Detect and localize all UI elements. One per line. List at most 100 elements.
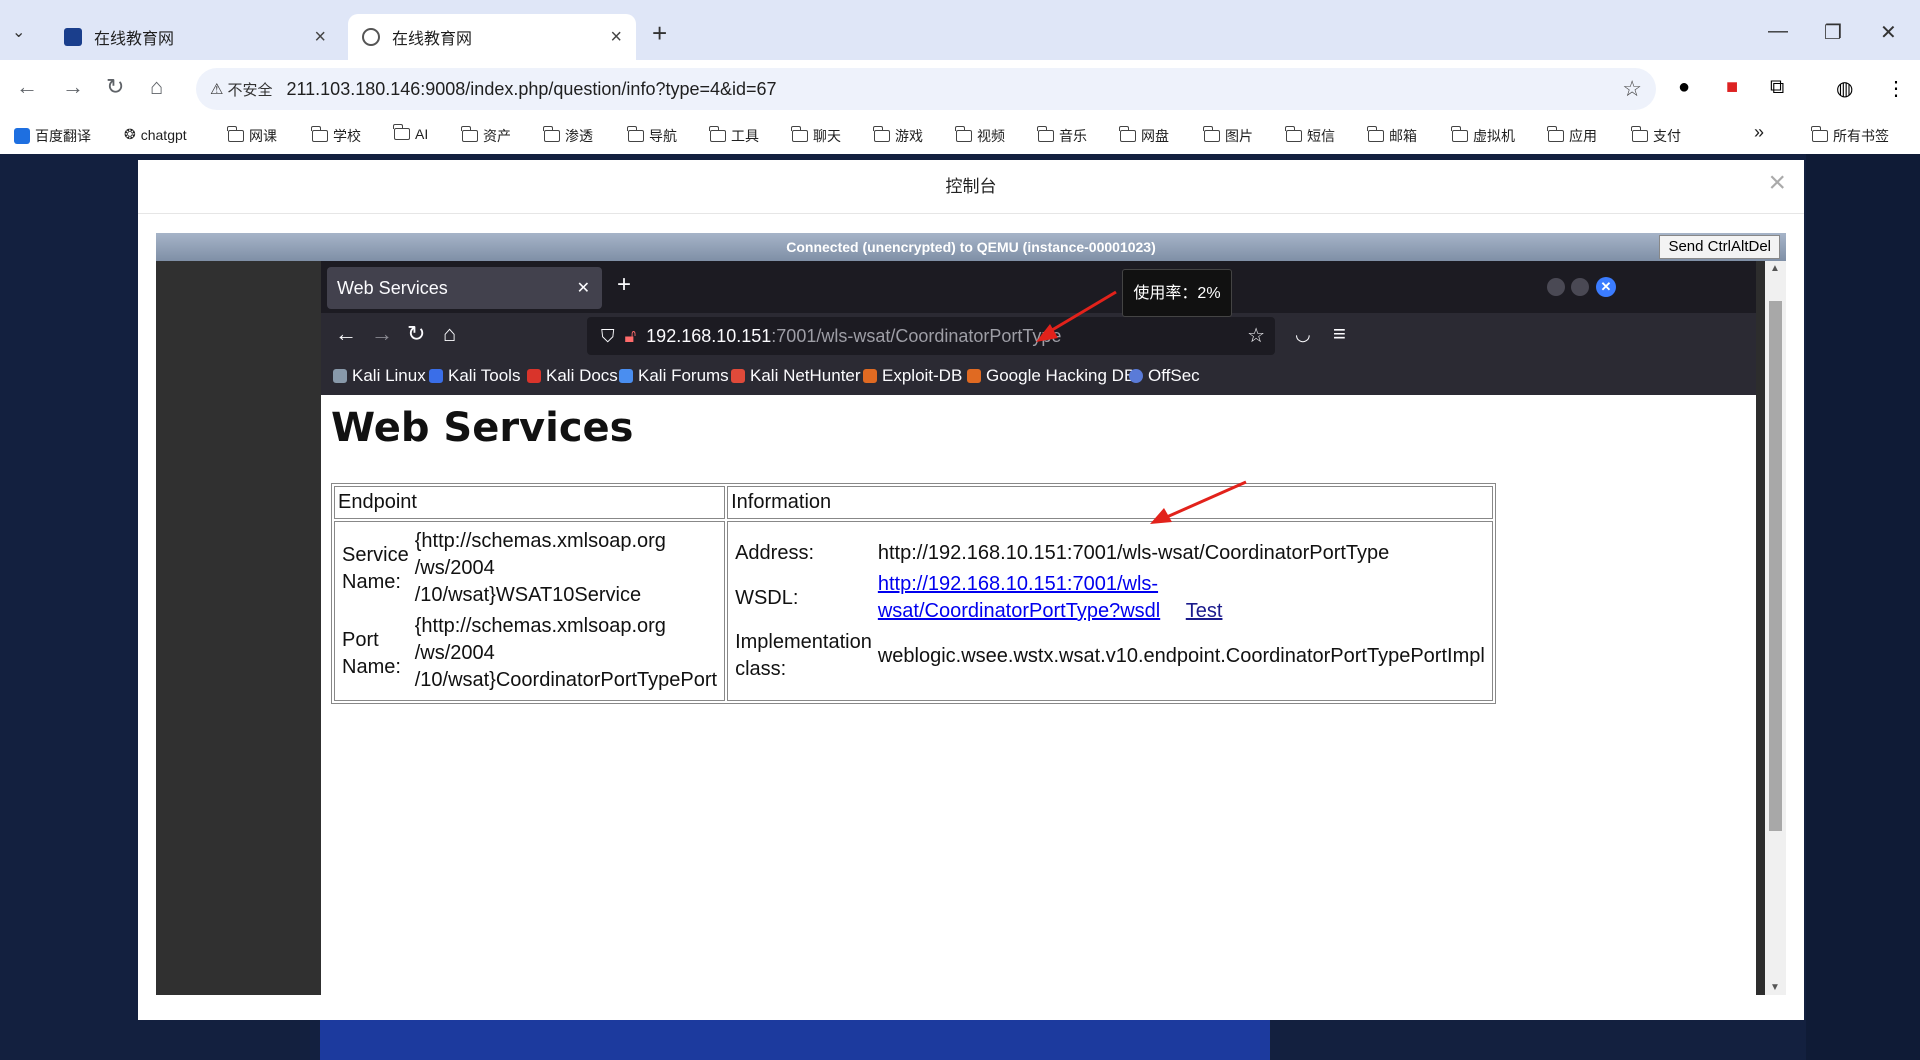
send-ctrl-alt-del-button[interactable]: Send CtrlAltDel [1659,235,1780,259]
page-footer-bar [320,1014,1270,1060]
vm-url-host: 192.168.10.151 [646,325,772,346]
flag-extension-icon[interactable]: ■ [1726,76,1738,99]
bookmark-baidu-translate[interactable]: 百度翻译 [14,126,91,146]
bookmark-folder[interactable]: 渗透 [543,126,593,146]
modal-close-button[interactable]: × [1768,166,1786,200]
vm-bookmark-kali-forums[interactable]: Kali Forums [619,366,729,386]
folder-icon [1547,126,1564,142]
bookmark-chatgpt[interactable]: ❂ chatgpt [124,126,187,143]
vm-bookmark-exploit-db[interactable]: Exploit-DB [863,366,962,386]
vm-menu-icon[interactable]: ≡ [1333,321,1346,347]
bookmark-folder[interactable]: 应用 [1547,126,1597,146]
vm-bookmark-offsec[interactable]: OffSec [1129,366,1200,386]
extension-circle-icon[interactable]: ● [1678,76,1690,99]
bookmark-folder[interactable]: 支付 [1631,126,1681,146]
bookmark-folder[interactable]: 导航 [627,126,677,146]
bookmark-folder[interactable]: AI [393,124,428,142]
close-tab-icon[interactable]: ✕ [577,278,590,298]
scrollbar-thumb[interactable] [1769,301,1782,831]
vm-bookmark-star-icon[interactable]: ☆ [1247,323,1265,348]
bookmark-star-icon[interactable]: ☆ [1622,76,1642,102]
vnc-viewer[interactable]: Connected (unencrypted) to QEMU (instanc… [156,233,1786,995]
tab-online-education-2[interactable]: 在线教育网 × [348,14,636,60]
pocket-icon[interactable]: ◡ [1295,324,1311,345]
bookmark-folder[interactable]: 图片 [1203,126,1253,146]
folder-icon [873,126,890,142]
security-indicator[interactable]: ⚠ 不安全 [210,79,272,100]
reload-icon[interactable]: ↻ [106,74,124,100]
vm-bookmark-kali-nethunter[interactable]: Kali NetHunter [731,366,861,386]
tab-online-education-1[interactable]: 在线教育网 × [50,14,340,60]
vm-forward-icon[interactable]: → [371,321,393,347]
vnc-scrollbar[interactable]: ▲ ▼ [1765,261,1786,995]
vm-minimize-icon[interactable] [1547,278,1565,296]
bookmark-folder[interactable]: 游戏 [873,126,923,146]
bookmark-folder[interactable]: 音乐 [1037,126,1087,146]
warning-icon: ⚠ [210,81,224,98]
vm-bookmark-kali-tools[interactable]: Kali Tools [429,366,520,386]
vm-bookmark-kali-docs[interactable]: Kali Docs [527,366,618,386]
bookmark-folder[interactable]: 网盘 [1119,126,1169,146]
bookmark-folder[interactable]: 资产 [461,126,511,146]
vm-bookmark-label: Kali NetHunter [750,366,861,385]
forward-icon[interactable]: → [62,74,84,100]
vm-firefox-window: Web Services ✕ + ✕ ← → ↻ ⌂ ⛉ 🔓︎ 192.168.… [321,261,1756,995]
back-icon[interactable]: ← [16,74,38,100]
bookmark-folder[interactable]: 聊天 [791,126,841,146]
wsdl-link[interactable]: http://192.168.10.151:7001/wls-wsat/Coor… [878,573,1160,622]
vnc-status-bar: Connected (unencrypted) to QEMU (instanc… [156,233,1786,261]
vm-home-icon[interactable]: ⌂ [443,321,456,347]
vm-maximize-icon[interactable] [1571,278,1589,296]
bookmark-folder[interactable]: 邮箱 [1367,126,1417,146]
minimize-icon[interactable]: — [1768,20,1788,43]
folder-icon [627,126,644,142]
home-icon[interactable]: ⌂ [150,74,163,100]
window-close-icon[interactable]: ✕ [1880,20,1897,45]
vm-bookmark-label: Kali Docs [546,366,618,385]
bookmark-folder[interactable]: 短信 [1285,126,1335,146]
profile-avatar[interactable]: ◍ [1836,76,1853,101]
console-modal: 控制台 × Connected (unencrypted) to QEMU (i… [138,160,1804,1020]
vm-bookmark-google-hacking-db[interactable]: Google Hacking DB [967,366,1135,386]
vm-url-path: :7001/wls-wsat/CoordinatorPortType [771,325,1062,346]
restore-icon[interactable]: ❐ [1824,20,1842,45]
folder-icon [543,126,560,142]
scroll-up-icon[interactable]: ▲ [1770,263,1780,274]
tab-search-icon[interactable]: ⌄ [12,22,25,42]
bookmark-folder[interactable]: 网课 [227,126,277,146]
bookmark-folder[interactable]: 学校 [311,126,361,146]
all-bookmarks-folder[interactable]: 所有书签 [1811,126,1889,146]
folder-icon [227,126,244,142]
exploit-db-icon [863,369,877,383]
extensions-puzzle-icon[interactable]: ⧉ [1770,76,1784,99]
vm-bookmark-label: Google Hacking DB [986,366,1136,385]
bookmark-folder[interactable]: 虚拟机 [1451,126,1515,146]
more-bookmarks-button[interactable]: » [1754,122,1764,143]
vm-tab-web-services[interactable]: Web Services ✕ [327,267,602,309]
folder-icon [311,126,328,142]
vm-new-tab-button[interactable]: + [617,271,631,299]
close-tab-icon[interactable]: × [610,26,622,49]
new-tab-button[interactable]: + [652,20,667,46]
scroll-down-icon[interactable]: ▼ [1770,982,1780,993]
vm-url-bar[interactable]: ⛉ 🔓︎ 192.168.10.151:7001/wls-wsat/Coordi… [587,317,1275,355]
vm-bookmark-kali-linux[interactable]: Kali Linux [333,366,426,386]
web-services-page: Web Services Endpoint Information Servic… [321,395,1756,995]
ghdb-icon [967,369,981,383]
endpoint-cell: Service Name: {http://schemas.xmlsoap.org… [334,521,726,701]
vm-close-icon[interactable]: ✕ [1596,277,1616,297]
address-bar[interactable]: ⚠ 不安全 211.103.180.146:9008/index.php/que… [196,68,1656,110]
bookmark-folder[interactable]: 工具 [709,126,759,146]
bookmark-label: 邮箱 [1389,128,1417,144]
bookmark-label: 网盘 [1141,128,1169,144]
vm-back-icon[interactable]: ← [335,321,357,347]
menu-kebab-icon[interactable]: ⋮ [1886,76,1906,101]
bookmark-label: 图片 [1225,128,1253,144]
col-endpoint: Endpoint [334,486,726,519]
bookmark-folder[interactable]: 视频 [955,126,1005,146]
folder-icon [393,124,410,140]
close-tab-icon[interactable]: × [314,26,326,49]
tab-strip: ⌄ 在线教育网 × 在线教育网 × + — ❐ ✕ [0,0,1920,60]
vm-reload-icon[interactable]: ↻ [407,321,425,347]
test-link[interactable]: Test [1186,600,1223,622]
